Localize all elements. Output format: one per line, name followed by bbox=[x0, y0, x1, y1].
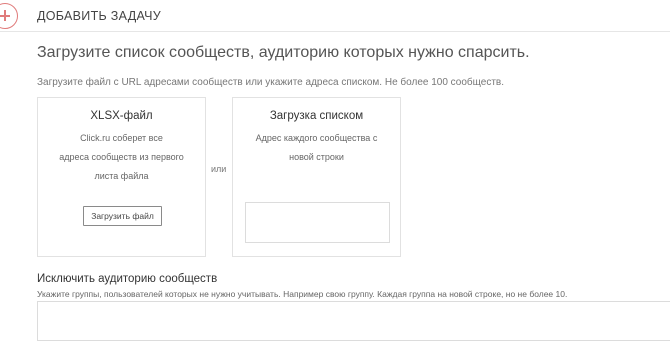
xlsx-upload-card: XLSX-файл Click.ru соберет все адреса со… bbox=[37, 97, 206, 257]
community-list-textarea[interactable] bbox=[245, 202, 390, 243]
list-desc-line: Адрес каждого сообщества с bbox=[255, 133, 378, 143]
list-card-title: Загрузка списком bbox=[269, 110, 364, 122]
add-task-label[interactable]: ДОБАВИТЬ ЗАДАЧУ bbox=[37, 9, 161, 23]
page-heading: Загрузите список сообществ, аудиторию ко… bbox=[37, 44, 530, 61]
exclude-hint: Укажите группы, пользователей которых не… bbox=[37, 289, 568, 299]
xlsx-desc-line: листа файла bbox=[94, 171, 149, 181]
header-divider bbox=[0, 31, 670, 32]
upload-hint: Загрузите файл с URL адресами сообществ … bbox=[37, 77, 504, 88]
xlsx-desc-line: адреса сообществ из первого bbox=[59, 152, 184, 162]
list-upload-card: Загрузка списком Адрес каждого сообществ… bbox=[232, 97, 401, 257]
upload-file-button[interactable]: Загрузить файл bbox=[83, 206, 162, 226]
or-separator: или bbox=[211, 164, 227, 174]
xlsx-card-description: Click.ru соберет все адреса сообществ из… bbox=[52, 129, 191, 186]
exclude-heading: Исключить аудиторию сообществ bbox=[37, 273, 218, 285]
list-desc-line: новой строки bbox=[289, 152, 344, 162]
xlsx-card-title: XLSX-файл bbox=[90, 110, 153, 122]
list-card-description: Адрес каждого сообщества с новой строки bbox=[247, 129, 386, 167]
plus-circle-icon[interactable] bbox=[0, 3, 18, 29]
exclude-groups-textarea[interactable] bbox=[37, 301, 670, 341]
xlsx-desc-line: Click.ru соберет все bbox=[80, 133, 163, 143]
